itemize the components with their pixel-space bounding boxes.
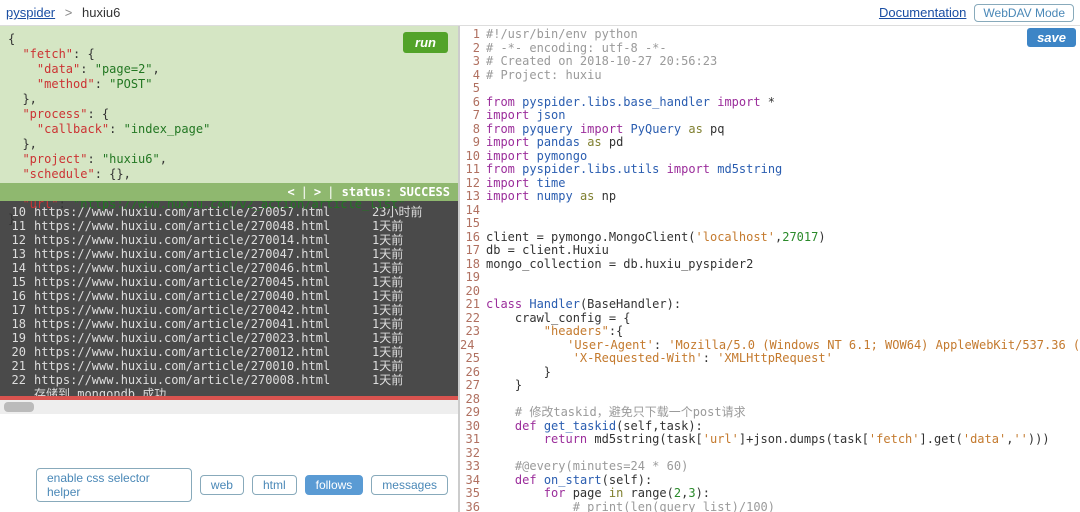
code-line[interactable]: 36 # print(len(query_list)/100) — [460, 501, 1080, 512]
left-pane: run { "fetch": { "data": "page=2", "meth… — [0, 26, 460, 512]
documentation-link[interactable]: Documentation — [879, 5, 966, 20]
code-line[interactable]: 6from pyspider.libs.base_handler import … — [460, 96, 1080, 110]
code-line[interactable]: 14 — [460, 204, 1080, 218]
code-line[interactable]: 20 — [460, 285, 1080, 299]
code-editor[interactable]: save 1#!/usr/bin/env python2# -*- encodi… — [460, 26, 1080, 512]
run-button[interactable]: run — [403, 32, 448, 53]
code-line[interactable]: 12import time — [460, 177, 1080, 191]
code-line[interactable]: 27 } — [460, 379, 1080, 393]
code-line[interactable]: 7import json — [460, 109, 1080, 123]
breadcrumb-sep: > — [65, 5, 73, 20]
tab-css-helper[interactable]: enable css selector helper — [36, 468, 192, 502]
follow-row[interactable]: 12https://www.huxiu.com/article/270014.h… — [6, 233, 452, 247]
webdav-mode-button[interactable]: WebDAV Mode — [974, 4, 1074, 22]
h-scrollbar[interactable] — [0, 400, 458, 414]
follow-row[interactable]: 18https://www.huxiu.com/article/270041.h… — [6, 317, 452, 331]
code-line[interactable]: 15 — [460, 217, 1080, 231]
code-line[interactable]: 23 "headers":{ — [460, 325, 1080, 339]
code-line[interactable]: 10import pymongo — [460, 150, 1080, 164]
code-line[interactable]: 31 return md5string(task['url']+json.dum… — [460, 433, 1080, 447]
pager-next[interactable]: > — [308, 185, 327, 200]
follow-row[interactable]: 13https://www.huxiu.com/article/270047.h… — [6, 247, 452, 261]
breadcrumb-root[interactable]: pyspider — [6, 5, 55, 20]
tab-web[interactable]: web — [200, 475, 244, 495]
code-line[interactable]: 16client = pymongo.MongoClient('localhos… — [460, 231, 1080, 245]
code-line[interactable]: 21class Handler(BaseHandler): — [460, 298, 1080, 312]
code-line[interactable]: 24 'User-Agent': 'Mozilla/5.0 (Windows N… — [460, 339, 1080, 353]
code-line[interactable]: 33 #@every(minutes=24 * 60) — [460, 460, 1080, 474]
code-line[interactable]: 13import numpy as np — [460, 190, 1080, 204]
save-button[interactable]: save — [1027, 28, 1076, 47]
tab-html[interactable]: html — [252, 475, 297, 495]
code-line[interactable]: 2# -*- encoding: utf-8 -*- — [460, 42, 1080, 56]
follow-row[interactable]: 17https://www.huxiu.com/article/270042.h… — [6, 303, 452, 317]
code-line[interactable]: 17db = client.Huxiu — [460, 244, 1080, 258]
follow-row[interactable]: 14https://www.huxiu.com/article/270046.h… — [6, 261, 452, 275]
header-bar: pyspider > huxiu6 Documentation WebDAV M… — [0, 0, 1080, 26]
code-line[interactable]: 26 } — [460, 366, 1080, 380]
follow-row[interactable]: 20https://www.huxiu.com/article/270012.h… — [6, 345, 452, 359]
code-line[interactable]: 29 # 修改taskid，避免只下载一个post请求 — [460, 406, 1080, 420]
tab-follows[interactable]: follows — [305, 475, 364, 495]
code-line[interactable]: 22 crawl_config = { — [460, 312, 1080, 326]
code-line[interactable]: 1#!/usr/bin/env python — [460, 28, 1080, 42]
code-line[interactable]: 30 def get_taskid(self,task): — [460, 420, 1080, 434]
follow-row[interactable]: 19https://www.huxiu.com/article/270023.h… — [6, 331, 452, 345]
code-line[interactable]: 34 def on_start(self): — [460, 474, 1080, 488]
code-line[interactable]: 5 — [460, 82, 1080, 96]
follow-footer: 存储到 mongondb 成功 — [6, 387, 452, 396]
pager-bar: < | > | status: SUCCESS — [0, 183, 458, 201]
code-line[interactable]: 28 — [460, 393, 1080, 407]
task-panel: run { "fetch": { "data": "page=2", "meth… — [0, 26, 458, 201]
code-line[interactable]: 32 — [460, 447, 1080, 461]
code-line[interactable]: 11from pyspider.libs.utils import md5str… — [460, 163, 1080, 177]
breadcrumb: pyspider > huxiu6 — [6, 5, 120, 20]
breadcrumb-current: huxiu6 — [82, 5, 120, 20]
status-label: status: SUCCESS — [342, 185, 450, 200]
tab-messages[interactable]: messages — [371, 475, 448, 495]
code-line[interactable]: 25 'X-Requested-With': 'XMLHttpRequest' — [460, 352, 1080, 366]
code-line[interactable]: 35 for page in range(2,3): — [460, 487, 1080, 501]
code-line[interactable]: 3# Created on 2018-10-27 20:56:23 — [460, 55, 1080, 69]
follows-panel: 10https://www.huxiu.com/article/270057.h… — [0, 201, 458, 396]
code-line[interactable]: 8from pyquery import PyQuery as pq — [460, 123, 1080, 137]
code-line[interactable]: 19 — [460, 271, 1080, 285]
code-line[interactable]: 18mongo_collection = db.huxiu_pyspider2 — [460, 258, 1080, 272]
follow-row[interactable]: 15https://www.huxiu.com/article/270045.h… — [6, 275, 452, 289]
pager-prev[interactable]: < — [281, 185, 300, 200]
code-line[interactable]: 4# Project: huxiu — [460, 69, 1080, 83]
bottom-tabs: enable css selector helper web html foll… — [0, 462, 458, 512]
code-line[interactable]: 9import pandas as pd — [460, 136, 1080, 150]
follow-row[interactable]: 21https://www.huxiu.com/article/270010.h… — [6, 359, 452, 373]
follow-row[interactable]: 16https://www.huxiu.com/article/270040.h… — [6, 289, 452, 303]
follow-row[interactable]: 22https://www.huxiu.com/article/270008.h… — [6, 373, 452, 387]
